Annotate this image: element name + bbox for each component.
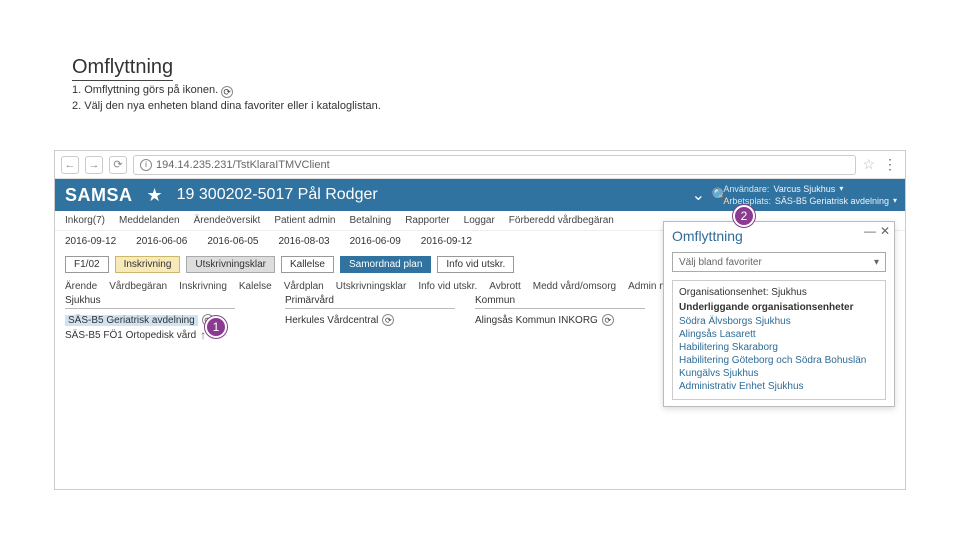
panel-title: Omflyttning: [664, 222, 894, 246]
col-item[interactable]: Alingsås Kommun INKORG ⟳: [475, 313, 645, 327]
nav-reload-button[interactable]: ⟳: [109, 156, 127, 174]
patient-name: 19 300202-5017 Pål Rodger: [177, 186, 378, 204]
col-item[interactable]: Herkules Vårdcentral ⟳: [285, 313, 455, 327]
site-info-icon[interactable]: i: [140, 159, 152, 171]
bookmark-star-icon[interactable]: ☆: [862, 156, 875, 173]
bullet-1-text: 1. Omflyttning görs på ikonen.: [72, 84, 218, 96]
date-item[interactable]: 2016-09-12: [65, 236, 116, 247]
unit-name: Alingsås Kommun INKORG: [475, 315, 598, 326]
subtab-item[interactable]: Avbrott: [489, 281, 521, 292]
tag-item[interactable]: Info vid utskr.: [437, 256, 514, 273]
org-label: Organisationsenhet: Sjukhus: [679, 287, 879, 298]
workplace-value: SÄS-B5 Geriatrisk avdelning: [775, 195, 889, 207]
date-item[interactable]: 2016-06-09: [350, 236, 401, 247]
org-option[interactable]: Habilitering Skaraborg: [679, 341, 879, 354]
col-header-primarvard: Primärvård: [285, 295, 455, 309]
app-logo: SAMSA: [65, 185, 133, 206]
menu-item[interactable]: Förberedd vårdbegäran: [509, 215, 614, 226]
favorites-select[interactable]: Välj bland favoriter ▾: [672, 252, 886, 272]
favorite-star-icon[interactable]: ★: [147, 185, 163, 206]
chevron-down-icon[interactable]: ⌄: [692, 185, 705, 205]
nav-forward-button[interactable]: →: [85, 156, 103, 174]
subtab-item[interactable]: Vårdbegäran: [109, 281, 167, 292]
address-bar[interactable]: i 194.14.235.231/TstKlaraITMVClient: [133, 155, 856, 175]
menu-item[interactable]: Loggar: [464, 215, 495, 226]
panel-close-icon[interactable]: ✕: [880, 224, 890, 238]
browser-toolbar: ← → ⟳ i 194.14.235.231/TstKlaraITMVClien…: [55, 151, 905, 179]
tag-filter[interactable]: F1/02: [65, 256, 109, 273]
tag-item[interactable]: Utskrivningsklar: [186, 256, 275, 273]
date-item[interactable]: 2016-06-06: [136, 236, 187, 247]
page-title: Omflyttning: [72, 56, 173, 81]
user-label: Användare:: [723, 183, 769, 195]
tag-item[interactable]: Inskrivning: [115, 256, 181, 273]
date-item[interactable]: 2016-06-05: [207, 236, 258, 247]
address-text: 194.14.235.231/TstKlaraITMVClient: [156, 159, 330, 171]
menu-item[interactable]: Betalning: [349, 215, 391, 226]
subtab-item[interactable]: Inskrivning: [179, 281, 227, 292]
subtab-item[interactable]: Kalelse: [239, 281, 272, 292]
user-value: Varcus Sjukhus: [773, 183, 835, 195]
unit-name: Herkules Vårdcentral: [285, 315, 378, 326]
move-icon[interactable]: ⟳: [602, 314, 614, 326]
subtab-item[interactable]: Vårdplan: [284, 281, 324, 292]
menu-item[interactable]: Ärendeöversikt: [194, 215, 261, 226]
menu-item[interactable]: Inkorg(7): [65, 215, 105, 226]
subtab-item[interactable]: Utskrivningsklar: [336, 281, 407, 292]
move-icon[interactable]: ⟳: [382, 314, 394, 326]
subtab-item[interactable]: Info vid utskr.: [418, 281, 477, 292]
date-item[interactable]: 2016-09-12: [421, 236, 472, 247]
menu-item[interactable]: Meddelanden: [119, 215, 180, 226]
selected-unit: SÄS-B5 Geriatrisk avdelning: [65, 315, 198, 326]
subtab-item[interactable]: Medd vård/omsorg: [533, 281, 616, 292]
col-header-sjukhus: Sjukhus: [65, 295, 235, 309]
org-option[interactable]: Habilitering Göteborg och Södra Bohuslän: [679, 354, 879, 367]
chevron-down-icon: ▾: [874, 257, 879, 268]
omflyttning-panel: — ✕ Omflyttning Välj bland favoriter ▾ O…: [663, 221, 895, 407]
subtab-item[interactable]: Ärende: [65, 281, 97, 292]
tag-item[interactable]: Samordnad plan: [340, 256, 431, 273]
browser-window: ← → ⟳ i 194.14.235.231/TstKlaraITMVClien…: [54, 150, 906, 490]
unit-name: SÄS-B5 FÖ1 Ortopedisk vård: [65, 330, 196, 341]
tag-item[interactable]: Kallelse: [281, 256, 334, 273]
date-item[interactable]: 2016-08-03: [278, 236, 329, 247]
menu-item[interactable]: Patient admin: [274, 215, 335, 226]
browser-menu-icon[interactable]: ⋮: [881, 156, 899, 173]
callout-2: 2: [733, 205, 755, 227]
org-option[interactable]: Administrativ Enhet Sjukhus: [679, 380, 879, 393]
favorites-placeholder: Välj bland favoriter: [679, 257, 762, 268]
panel-minimize-icon[interactable]: —: [864, 224, 876, 238]
org-sub-label: Underliggande organisationsenheter: [679, 302, 879, 313]
col-header-kommun: Kommun: [475, 295, 645, 309]
bullet-1: 1. Omflyttning görs på ikonen. ⟳: [72, 84, 233, 96]
org-tree-box: Organisationsenhet: Sjukhus Underliggand…: [672, 280, 886, 400]
bullet-2: 2. Välj den nya enheten bland dina favor…: [72, 100, 381, 112]
org-option[interactable]: Södra Älvsborgs Sjukhus: [679, 315, 879, 328]
nav-back-button[interactable]: ←: [61, 156, 79, 174]
app-header: SAMSA ★ 19 300202-5017 Pål Rodger ⌄ 🔍 An…: [55, 179, 905, 211]
user-chevron-icon[interactable]: ▾: [839, 183, 843, 195]
callout-1: 1: [205, 316, 227, 338]
org-option[interactable]: Kungälvs Sjukhus: [679, 367, 879, 380]
menu-item[interactable]: Rapporter: [405, 215, 449, 226]
refresh-icon: ⟳: [221, 86, 233, 98]
org-option[interactable]: Alingsås Lasarett: [679, 328, 879, 341]
workplace-chevron-icon[interactable]: ▾: [893, 195, 897, 207]
